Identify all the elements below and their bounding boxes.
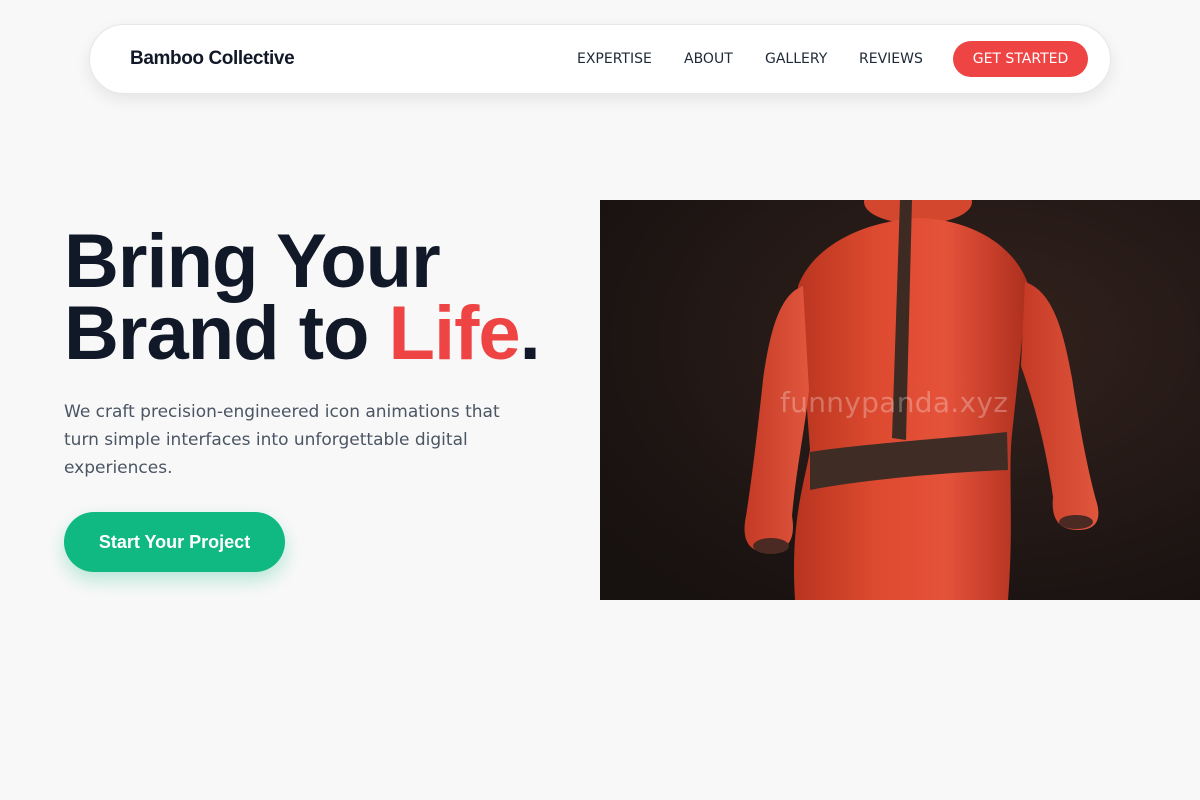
brand-logo[interactable]: Bamboo Collective: [130, 48, 295, 70]
hero-title-period: .: [519, 291, 541, 376]
top-navigation: Bamboo Collective EXPERTISE ABOUT GALLER…: [89, 24, 1111, 94]
hero-image: funnypanda.xyz: [600, 200, 1200, 600]
nav-link-gallery[interactable]: GALLERY: [765, 51, 827, 67]
hero-title-line-2: Brand to: [64, 291, 389, 376]
hero-title-accent: Life: [388, 291, 521, 376]
nav-link-reviews[interactable]: REVIEWS: [859, 51, 923, 67]
hero-description: We craft precision-engineered icon anima…: [64, 402, 500, 478]
get-started-button[interactable]: GET STARTED: [953, 41, 1088, 77]
nav-link-about[interactable]: ABOUT: [684, 51, 733, 67]
nav-link-expertise[interactable]: EXPERTISE: [577, 51, 652, 67]
hero-title: Bring Your Brand to Life.: [64, 224, 541, 372]
start-project-button[interactable]: Start Your Project: [64, 512, 285, 572]
image-watermark: funnypanda.xyz: [780, 386, 1009, 419]
